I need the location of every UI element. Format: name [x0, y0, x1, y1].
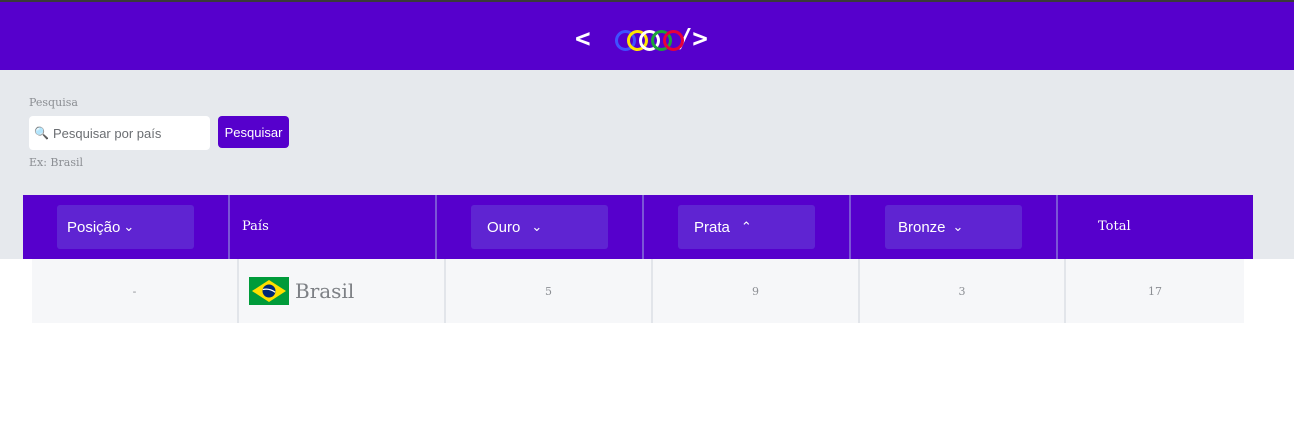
sort-silver-button[interactable]: Prata ⌃: [678, 205, 815, 249]
magnifier-icon: 🔍: [34, 126, 49, 140]
app-logo[interactable]: < />: [575, 24, 708, 54]
ring-red: [662, 30, 684, 51]
cell-silver: 9: [653, 259, 860, 323]
cell-country: Brasil: [239, 259, 446, 323]
table-header: Posição ⌄ País Ouro ⌄ Prata ⌃ Bronze ⌄ T…: [23, 195, 1253, 259]
search-field[interactable]: 🔍: [29, 116, 210, 150]
column-header-silver: Prata ⌃: [644, 195, 851, 259]
column-header-position: Posição ⌄: [23, 195, 230, 259]
search-input[interactable]: [52, 125, 203, 141]
chevron-down-icon: ⌄: [531, 219, 543, 234]
brazil-flag-icon: [249, 277, 289, 305]
table-row[interactable]: - Brasil 5 9 3 17: [32, 259, 1244, 323]
column-header-country: País: [230, 195, 437, 259]
chevron-down-icon: ⌄: [123, 219, 135, 234]
search-label: Pesquisa: [29, 96, 78, 109]
logo-left-bracket: <: [575, 24, 591, 54]
column-total-label: Total: [1098, 219, 1131, 234]
column-header-total: Total: [1058, 195, 1253, 259]
column-header-bronze: Bronze ⌄: [851, 195, 1058, 259]
column-header-gold: Ouro ⌄: [437, 195, 644, 259]
sort-bronze-label: Bronze: [898, 218, 946, 236]
sort-bronze-button[interactable]: Bronze ⌄: [885, 205, 1022, 249]
olympic-rings-icon: [595, 24, 684, 54]
country-name: Brasil: [295, 279, 355, 303]
app-header: < />: [0, 2, 1294, 70]
sort-silver-label: Prata: [694, 218, 730, 236]
column-country-label: País: [242, 219, 269, 234]
sort-position-button[interactable]: Posição ⌄: [57, 205, 194, 249]
cell-total: 17: [1148, 284, 1162, 298]
search-hint: Ex: Brasil: [29, 156, 84, 169]
sort-position-label: Posição: [67, 218, 121, 236]
cell-gold: 5: [446, 259, 653, 323]
sort-gold-button[interactable]: Ouro ⌄: [471, 205, 608, 249]
search-button[interactable]: Pesquisar: [218, 116, 289, 148]
cell-position: -: [32, 259, 239, 323]
chevron-down-icon: ⌄: [952, 219, 964, 234]
sort-gold-label: Ouro: [487, 218, 521, 236]
cell-bronze: 3: [860, 259, 1066, 323]
chevron-up-icon: ⌃: [740, 219, 752, 234]
